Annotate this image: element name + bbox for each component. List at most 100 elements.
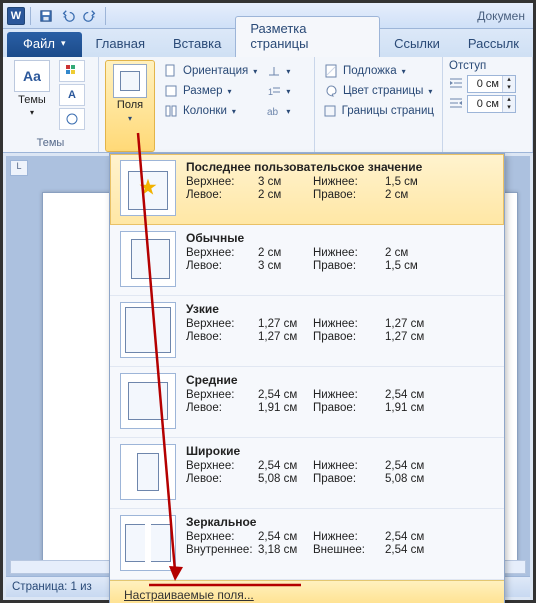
hyphenation-button[interactable]: ab▾ — [265, 102, 283, 120]
preset-value: Нижнее: — [313, 531, 385, 543]
margin-preset-moderate[interactable]: СредниеВерхнее:2,54 смНижнее:2,54 смЛево… — [110, 367, 504, 438]
page-color-button[interactable]: Цвет страницы▾ — [321, 82, 436, 100]
indent-left-icon — [449, 77, 463, 92]
qat-undo-icon[interactable] — [58, 6, 78, 26]
svg-text:ab: ab — [267, 107, 279, 118]
margins-button[interactable]: Поля ▾ — [105, 60, 155, 152]
preset-value: Нижнее: — [313, 247, 385, 259]
spin-down-icon[interactable]: ▾ — [503, 104, 515, 112]
margin-preset-mirror[interactable]: ЗеркальноеВерхнее:2,54 смНижнее:2,54 смВ… — [110, 509, 504, 580]
preset-value: 1,27 см — [258, 331, 313, 343]
theme-effects-icon[interactable] — [59, 108, 85, 130]
svg-text:1: 1 — [268, 87, 273, 97]
preset-value: Верхнее: — [186, 318, 258, 330]
margin-preset-narrow[interactable]: УзкиеВерхнее:1,27 смНижнее:1,27 смЛевое:… — [110, 296, 504, 367]
tab-mailings[interactable]: Рассылк — [454, 32, 533, 57]
margin-preview-icon — [120, 373, 176, 429]
custom-margins-label: Настраиваемые поля... — [124, 588, 254, 602]
preset-value: 5,08 см — [258, 473, 313, 485]
breaks-icon — [267, 63, 281, 79]
tab-insert[interactable]: Вставка — [159, 32, 235, 57]
preset-value: 2 см — [385, 189, 440, 201]
orientation-button[interactable]: Ориентация▾ — [161, 62, 259, 80]
margin-preset-wide[interactable]: ШирокиеВерхнее:2,54 смНижнее:2,54 смЛево… — [110, 438, 504, 509]
preset-value: Верхнее: — [186, 247, 258, 259]
preset-value: 1,5 см — [385, 176, 440, 188]
preset-value: Правое: — [313, 260, 385, 272]
preset-value: 2,54 см — [385, 531, 440, 543]
preset-value: Нижнее: — [313, 389, 385, 401]
preset-value: Нижнее: — [313, 318, 385, 330]
preset-title: Средние — [186, 373, 494, 387]
preset-value: 2,54 см — [385, 389, 440, 401]
breaks-button[interactable]: ▾ — [265, 62, 283, 80]
preset-value: Правое: — [313, 473, 385, 485]
qat-redo-icon[interactable] — [80, 6, 100, 26]
themes-button[interactable]: Aa Темы▾ — [9, 60, 55, 118]
page-borders-button[interactable]: Границы страниц — [321, 102, 436, 120]
spin-up-icon[interactable]: ▴ — [503, 76, 515, 84]
hyphenation-icon: ab — [267, 103, 281, 119]
size-button[interactable]: Размер▾ — [161, 82, 259, 100]
preset-value: Верхнее: — [186, 389, 258, 401]
spin-up-icon[interactable]: ▴ — [503, 96, 515, 104]
preset-value: 3 см — [258, 176, 313, 188]
margins-icon — [113, 64, 147, 98]
page-color-icon — [323, 83, 339, 99]
size-icon — [163, 83, 179, 99]
preset-value: Нижнее: — [313, 460, 385, 472]
margin-preview-icon — [120, 231, 176, 287]
ruler-corner: L — [10, 160, 28, 176]
group-paragraph: Отступ 0 см▴▾ 0 см▴▾ — [443, 57, 533, 152]
margins-dropdown: ★ Последнее пользовательское значение Верх… — [109, 153, 505, 603]
preset-title: Узкие — [186, 302, 494, 316]
preset-value: Внутреннее: — [186, 544, 258, 556]
columns-button[interactable]: Колонки▾ — [161, 102, 259, 120]
preset-value: 2,54 см — [258, 389, 313, 401]
preset-value: 2,54 см — [258, 460, 313, 472]
preset-title: Обычные — [186, 231, 494, 245]
theme-fonts-icon[interactable]: A — [59, 84, 85, 106]
preset-value: 1,27 см — [385, 331, 440, 343]
custom-margins-item[interactable]: Настраиваемые поля... — [110, 580, 504, 603]
indent-header: Отступ — [449, 60, 526, 72]
preset-value: 1,27 см — [258, 318, 313, 330]
watermark-icon — [323, 63, 339, 79]
preset-value: Левое: — [186, 473, 258, 485]
qat-save-icon[interactable] — [36, 6, 56, 26]
preset-value: 3,18 см — [258, 544, 313, 556]
tab-page-layout[interactable]: Разметка страницы — [235, 16, 380, 57]
themes-icon: Aa — [23, 68, 41, 84]
group-page-background: Подложка▾ Цвет страницы▾ Границы страниц — [315, 57, 443, 152]
tab-home[interactable]: Главная — [82, 32, 159, 57]
columns-icon — [163, 103, 179, 119]
theme-colors-icon[interactable] — [59, 60, 85, 82]
star-icon: ★ — [138, 174, 158, 200]
preset-value: 1,91 см — [385, 402, 440, 414]
preset-value: Верхнее: — [186, 460, 258, 472]
margin-preview-icon: ★ — [120, 160, 176, 216]
indent-left[interactable]: 0 см▴▾ — [449, 75, 526, 93]
tab-file[interactable]: Файл▾ — [7, 32, 82, 57]
preset-title: Последнее пользовательское значение — [186, 160, 494, 174]
indent-right[interactable]: 0 см▴▾ — [449, 95, 526, 113]
margin-preset-normal[interactable]: ОбычныеВерхнее:2 смНижнее:2 смЛевое:3 см… — [110, 225, 504, 296]
preset-value: 3 см — [258, 260, 313, 272]
preset-value: 1,27 см — [385, 318, 440, 330]
preset-value: 1,5 см — [385, 260, 440, 272]
watermark-button[interactable]: Подложка▾ — [321, 62, 436, 80]
margin-preset-last[interactable]: ★Последнее пользовательское значениеВерх… — [110, 154, 504, 225]
ribbon: Aa Темы▾ A Темы Поля ▾ Ориентация▾ Разме — [3, 57, 533, 153]
status-page: Страница: 1 из — [12, 581, 92, 593]
indent-right-icon — [449, 97, 463, 112]
margin-preview-icon — [120, 444, 176, 500]
preset-value: 5,08 см — [385, 473, 440, 485]
preset-value: 2,54 см — [385, 544, 440, 556]
spin-down-icon[interactable]: ▾ — [503, 84, 515, 92]
tab-references[interactable]: Ссылки — [380, 32, 454, 57]
margin-preview-icon — [120, 302, 176, 358]
word-icon: W — [7, 7, 25, 25]
preset-value: Правое: — [313, 189, 385, 201]
line-numbers-button[interactable]: 1▾ — [265, 82, 283, 100]
preset-value: Левое: — [186, 189, 258, 201]
